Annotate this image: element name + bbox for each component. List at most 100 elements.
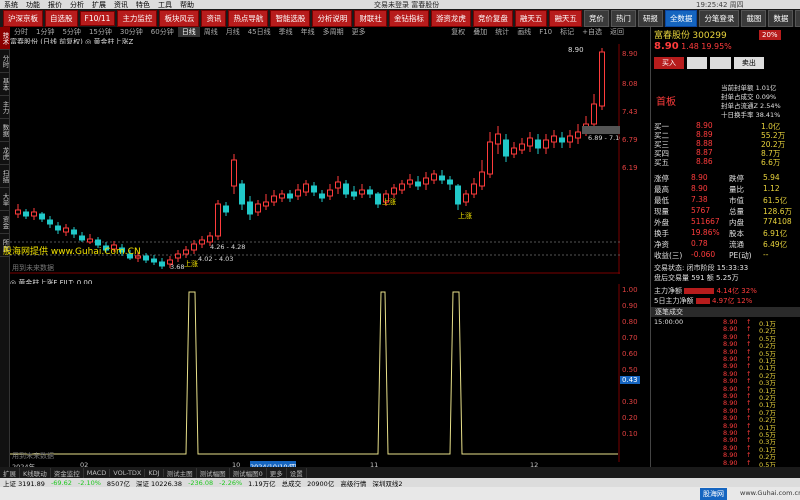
left-tab[interactable]: 资金 <box>0 211 10 234</box>
period-tab[interactable]: 45日线 <box>244 27 275 37</box>
left-tab[interactable]: 技术分析 <box>0 27 10 50</box>
price-tick: 8.90 <box>622 50 638 58</box>
chart-tool[interactable]: +自选 <box>578 27 606 37</box>
toolbar-button[interactable]: 板块风云 <box>159 9 200 27</box>
candle-body <box>207 235 213 243</box>
chart-tool[interactable]: 标记 <box>556 27 578 37</box>
candle-body <box>303 183 309 193</box>
left-tab[interactable]: 大单 <box>0 188 10 211</box>
action-button[interactable] <box>687 57 708 69</box>
sz-volume: 1.19万亿 <box>248 479 276 488</box>
toolbar-button[interactable]: 自选股 <box>45 9 78 27</box>
toolbar-button[interactable]: F10/11 <box>79 10 116 26</box>
server-name[interactable]: 深圳双线2 <box>372 478 402 488</box>
sz-index[interactable]: 深证 10226.38 <box>136 478 182 488</box>
sell-button[interactable]: 卖出 <box>733 57 764 69</box>
period-tab[interactable]: 季线 <box>275 27 297 37</box>
stat-label: PE(动) <box>729 251 752 260</box>
period-tab[interactable]: 更多 <box>348 27 370 37</box>
bottom-tab[interactable]: KDJ <box>145 468 164 477</box>
period-tab[interactable]: 60分钟 <box>147 27 178 37</box>
toolbar-button[interactable]: 研报 <box>637 9 663 27</box>
candle-body <box>239 183 245 205</box>
toolbar-button[interactable]: 分析说明 <box>312 9 353 27</box>
chart-tool[interactable]: F10 <box>535 28 556 36</box>
left-tab[interactable]: 龙虎榜 <box>0 142 10 165</box>
candle-body <box>287 193 293 199</box>
bottom-tab[interactable]: 测试幅图 <box>197 467 230 478</box>
period-tab[interactable]: 周线 <box>200 27 222 37</box>
left-tab[interactable]: 数据 <box>0 119 10 142</box>
toolbar-button[interactable]: 沪深京板 <box>3 9 43 27</box>
toolbar-button[interactable]: 主力监控 <box>117 9 158 27</box>
candle-body <box>391 187 397 195</box>
buy-button[interactable]: 买入 <box>654 57 684 69</box>
bottom-tab[interactable]: 扩展 <box>0 467 20 478</box>
toolbar-button[interactable]: 热点导航 <box>228 9 269 27</box>
chart-tool[interactable]: 复权 <box>447 27 469 37</box>
toolbar-button[interactable]: 全数据 <box>664 9 698 27</box>
left-tab[interactable]: 扫描盘 <box>0 165 10 188</box>
chart-tool[interactable]: 返回 <box>606 27 628 37</box>
bottom-tab[interactable]: 测试主图 <box>164 467 197 478</box>
period-tab[interactable]: 1分钟 <box>32 27 58 37</box>
left-tab[interactable]: 分时 <box>0 50 10 73</box>
candle-body <box>79 235 85 241</box>
advanced-quote[interactable]: 高级行情 <box>340 478 366 488</box>
bottom-tab[interactable]: 更多 <box>267 467 287 478</box>
toolbar-button[interactable]: 恢复 <box>795 9 800 27</box>
sz-pct: -2.26% <box>219 478 243 487</box>
toolbar-button[interactable]: 竞价复盘 <box>472 9 513 27</box>
left-tab[interactable]: 基本面 <box>0 73 10 96</box>
indicator-tick: 0.80 <box>622 318 638 326</box>
toolbar-button[interactable]: 融天五 <box>514 9 548 27</box>
candlestick-chart[interactable]: 8.90 6.89 - 7.10 4.26 - 4.28 4.02 - 4.03… <box>10 44 620 274</box>
period-tab[interactable]: 多周期 <box>319 27 348 37</box>
chart-tool[interactable]: 统计 <box>491 27 513 37</box>
bid-price: 8.86 <box>696 157 713 166</box>
candle-body <box>319 193 325 199</box>
toolbar-button[interactable]: 分笔登录 <box>699 9 740 27</box>
bottom-tab[interactable]: MACD <box>84 468 111 477</box>
toolbar-button[interactable]: 数据 <box>768 9 794 27</box>
left-tab[interactable]: 主力 <box>0 96 10 119</box>
toolbar-button[interactable]: 金钻指标 <box>388 9 429 27</box>
total-volume: 20900亿 <box>307 479 335 488</box>
period-tab[interactable]: 30分钟 <box>116 27 147 37</box>
indicator-chart[interactable]: 用到未来数据 <box>10 284 620 462</box>
bottom-tab[interactable]: VOL-TDX <box>110 468 146 477</box>
period-tab-selected[interactable]: 日线 <box>177 27 200 37</box>
toolbar-button[interactable]: 智能选股 <box>270 9 311 27</box>
stat-label: 流通 <box>729 240 744 249</box>
toolbar-button[interactable]: 资讯 <box>201 9 227 27</box>
stat-value: 8.90 <box>691 184 708 193</box>
toolbar-button[interactable]: 财联社 <box>354 9 387 27</box>
indicator-tick: 0.60 <box>622 350 638 358</box>
toolbar-button[interactable]: 融天五 <box>549 9 582 27</box>
period-tab[interactable]: 5分钟 <box>58 27 84 37</box>
period-tab[interactable]: 年线 <box>297 27 319 37</box>
main-force5-value: 4.97亿 <box>711 297 735 305</box>
bottom-tab[interactable]: K线联动 <box>20 467 51 478</box>
watermark-text: www.Guhai.com.cn <box>740 489 800 497</box>
toolbar-button[interactable]: 热门 <box>610 9 636 27</box>
toolbar-button[interactable]: 游资龙虎 <box>430 9 471 27</box>
candle-body <box>415 181 421 187</box>
bottom-tab[interactable]: 资金监控 <box>51 467 84 478</box>
candle-body <box>199 239 205 245</box>
toolbar-button[interactable]: 竞价 <box>583 9 609 27</box>
bottom-tab[interactable]: 测试幅图0 <box>230 467 267 478</box>
indicator-tick: 0.10 <box>622 430 638 438</box>
period-tab[interactable]: 月线 <box>222 27 244 37</box>
chart-tool[interactable]: 叠加 <box>469 27 491 37</box>
action-button[interactable] <box>710 57 731 69</box>
candle-body <box>159 261 165 267</box>
sh-index[interactable]: 上证 3191.89 <box>3 478 45 488</box>
period-tab[interactable]: 15分钟 <box>85 27 116 37</box>
stat-label: 换手 <box>654 229 669 238</box>
chart-tool[interactable]: 画线 <box>513 27 535 37</box>
toolbar-button[interactable]: 截图 <box>741 9 767 27</box>
bottom-tab[interactable]: 设置 <box>287 467 307 478</box>
period-tab[interactable]: 分时 <box>10 27 32 37</box>
candle-body <box>183 249 189 255</box>
